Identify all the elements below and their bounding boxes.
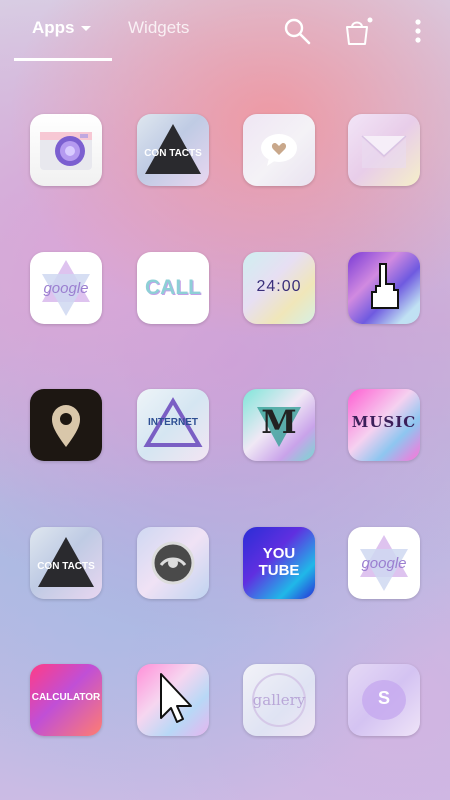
app-contacts[interactable]: CON TACTS (137, 114, 209, 186)
app-label: YOU TUBE (258, 545, 300, 579)
tab-widgets[interactable]: Widgets (128, 18, 189, 38)
app-label: CON TACTS (37, 561, 95, 572)
app-settings[interactable] (137, 527, 209, 599)
app-google-2[interactable]: google (348, 527, 420, 599)
app-label: google (361, 555, 407, 572)
settings-icon (151, 541, 195, 585)
app-label: MUSIC (351, 413, 417, 431)
tab-apps-label: Apps (32, 18, 75, 37)
app-label: 24:00 (256, 278, 302, 295)
more-options-button[interactable] (408, 16, 438, 46)
app-calculator[interactable]: CALCULATOR (30, 664, 102, 736)
cursor-arrow-icon (160, 673, 192, 723)
speech-bubble-heart-icon (261, 134, 297, 166)
more-vertical-icon (415, 19, 421, 43)
search-button[interactable] (282, 16, 312, 46)
app-label: S (377, 688, 390, 708)
app-pointer[interactable] (348, 252, 420, 324)
app-label: CALCULATOR (31, 692, 101, 703)
app-label: CALL (145, 276, 201, 299)
hand-pointer-icon (371, 263, 399, 309)
app-m[interactable]: M (243, 389, 315, 461)
app-s[interactable]: S (348, 664, 420, 736)
app-call[interactable]: CALL (137, 252, 209, 324)
app-gallery[interactable]: gallery (243, 664, 315, 736)
camera-icon (40, 132, 92, 170)
app-music[interactable]: MUSIC (348, 389, 420, 461)
location-pin-icon (52, 405, 80, 447)
app-youtube[interactable]: YOU TUBE (243, 527, 315, 599)
app-label: CON TACTS (144, 148, 202, 159)
store-button[interactable] (342, 16, 373, 46)
shopping-bag-icon (346, 17, 373, 45)
search-icon (284, 18, 311, 45)
tab-indicator (14, 58, 112, 61)
app-label: M (261, 403, 297, 441)
app-label: google (43, 280, 89, 297)
app-label: gallery (252, 691, 306, 709)
top-app-bar: Apps Widgets (0, 0, 450, 64)
envelope-icon (361, 135, 407, 168)
app-google[interactable]: google (30, 252, 102, 324)
app-camera[interactable] (30, 114, 102, 186)
tab-apps[interactable]: Apps (32, 18, 91, 38)
app-clock[interactable]: 24:00 (243, 252, 315, 324)
app-contacts-2[interactable]: CON TACTS (30, 527, 102, 599)
dropdown-caret-icon (80, 26, 91, 32)
app-maps[interactable] (30, 389, 102, 461)
tab-widgets-label: Widgets (128, 18, 190, 37)
app-messages[interactable] (243, 114, 315, 186)
app-internet[interactable]: INTERNET (137, 389, 209, 461)
app-label: INTERNET (148, 417, 198, 428)
app-email[interactable] (348, 114, 420, 186)
app-cursor[interactable] (137, 664, 209, 736)
